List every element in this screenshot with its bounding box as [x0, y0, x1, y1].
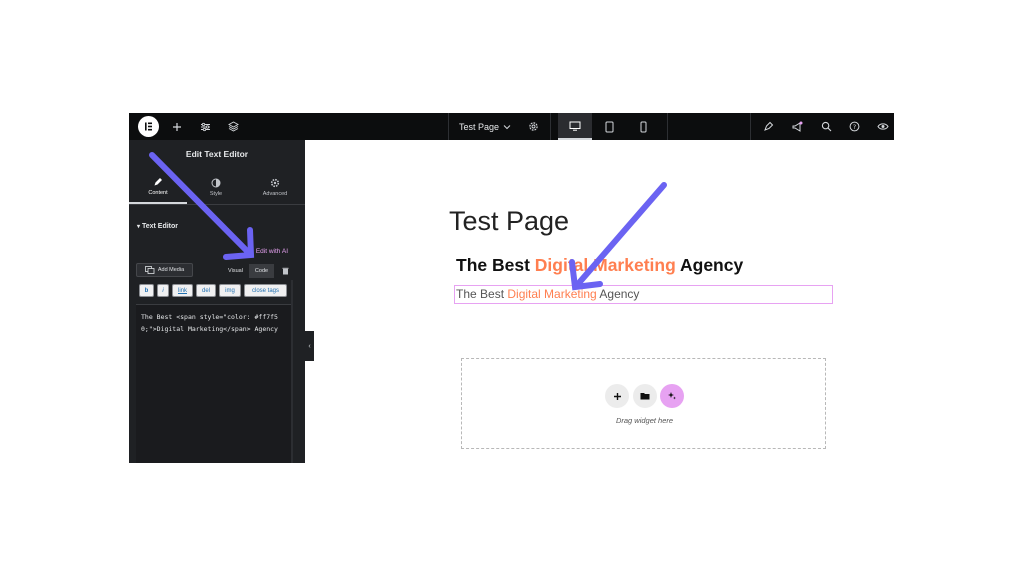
- annotation-arrow: [149, 152, 667, 291]
